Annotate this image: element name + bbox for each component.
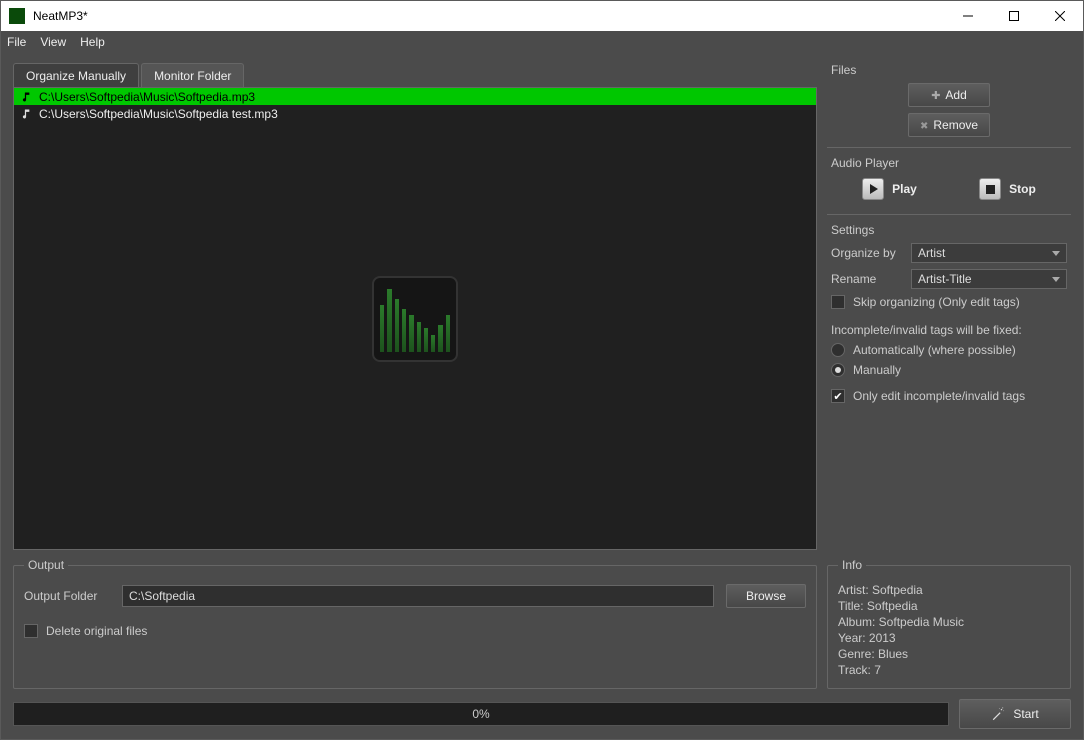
chevron-down-icon	[1052, 251, 1060, 256]
audio-player-title: Audio Player	[831, 156, 1067, 170]
plus-icon	[931, 88, 940, 102]
menu-help[interactable]: Help	[80, 35, 105, 49]
tab-organize-manually[interactable]: Organize Manually	[13, 63, 139, 87]
rename-select[interactable]: Artist-Title	[911, 269, 1067, 289]
button-label: Add	[945, 88, 966, 102]
info-artist: Artist: Softpedia	[838, 582, 1060, 598]
manual-fix-label: Manually	[853, 363, 901, 377]
file-list[interactable]: C:\Users\Softpedia\Music\Softpedia.mp3 C…	[13, 87, 817, 550]
window-title: NeatMP3*	[33, 9, 945, 23]
stop-icon	[979, 178, 1001, 200]
rename-label: Rename	[831, 272, 903, 286]
manual-fix-radio[interactable]	[831, 363, 845, 377]
info-album: Album: Softpedia Music	[838, 614, 1060, 630]
button-label: Remove	[933, 118, 978, 132]
select-value: Artist-Title	[918, 272, 972, 286]
file-path: C:\Users\Softpedia\Music\Softpedia test.…	[39, 107, 278, 121]
menu-file[interactable]: File	[7, 35, 26, 49]
delete-originals-label: Delete original files	[46, 624, 147, 638]
organize-by-select[interactable]: Artist	[911, 243, 1067, 263]
add-button[interactable]: Add	[908, 83, 990, 107]
wand-icon	[991, 707, 1005, 721]
only-invalid-label: Only edit incomplete/invalid tags	[853, 389, 1025, 403]
file-row[interactable]: C:\Users\Softpedia\Music\Softpedia test.…	[14, 105, 816, 122]
file-row[interactable]: C:\Users\Softpedia\Music\Softpedia.mp3	[14, 88, 816, 105]
play-icon	[862, 178, 884, 200]
music-icon	[20, 107, 33, 120]
output-title: Output	[24, 558, 68, 572]
skip-organizing-checkbox[interactable]	[831, 295, 845, 309]
output-folder-input[interactable]	[122, 585, 714, 607]
remove-button[interactable]: Remove	[908, 113, 990, 137]
skip-organizing-label: Skip organizing (Only edit tags)	[853, 295, 1020, 309]
music-icon	[20, 90, 33, 103]
info-year: Year: 2013	[838, 630, 1060, 646]
info-track-title: Title: Softpedia	[838, 598, 1060, 614]
progress-bar: 0%	[13, 702, 949, 726]
output-folder-label: Output Folder	[24, 589, 110, 603]
auto-fix-label: Automatically (where possible)	[853, 343, 1016, 357]
auto-fix-radio[interactable]	[831, 343, 845, 357]
file-path: C:\Users\Softpedia\Music\Softpedia.mp3	[39, 90, 255, 104]
stop-button[interactable]: Stop	[979, 178, 1036, 200]
files-section-title: Files	[831, 63, 1067, 77]
info-title: Info	[838, 558, 866, 572]
output-section: Output Output Folder Browse Delete origi…	[13, 558, 817, 689]
button-label: Start	[1013, 707, 1038, 721]
titlebar: NeatMP3*	[1, 1, 1083, 31]
start-button[interactable]: Start	[959, 699, 1071, 729]
organize-by-label: Organize by	[831, 246, 903, 260]
button-label: Play	[892, 182, 917, 196]
fix-tags-header: Incomplete/invalid tags will be fixed:	[831, 323, 1067, 337]
equalizer-logo	[372, 276, 458, 362]
delete-originals-checkbox[interactable]	[24, 624, 38, 638]
x-icon	[920, 118, 928, 132]
chevron-down-icon	[1052, 277, 1060, 282]
menubar: File View Help	[1, 31, 1083, 53]
maximize-button[interactable]	[991, 1, 1037, 31]
only-invalid-checkbox[interactable]	[831, 389, 845, 403]
browse-button[interactable]: Browse	[726, 584, 806, 608]
select-value: Artist	[918, 246, 945, 260]
tab-label: Organize Manually	[26, 69, 126, 83]
info-section: Info Artist: Softpedia Title: Softpedia …	[827, 558, 1071, 689]
settings-title: Settings	[831, 223, 1067, 237]
tabs: Organize Manually Monitor Folder	[13, 63, 817, 87]
close-button[interactable]	[1037, 1, 1083, 31]
button-label: Browse	[746, 589, 786, 603]
button-label: Stop	[1009, 182, 1036, 196]
info-genre: Genre: Blues	[838, 646, 1060, 662]
menu-view[interactable]: View	[40, 35, 66, 49]
progress-text: 0%	[472, 707, 489, 721]
info-track: Track: 7	[838, 662, 1060, 678]
tab-label: Monitor Folder	[154, 69, 231, 83]
play-button[interactable]: Play	[862, 178, 917, 200]
minimize-button[interactable]	[945, 1, 991, 31]
tab-monitor-folder[interactable]: Monitor Folder	[141, 63, 244, 87]
app-icon	[9, 8, 25, 24]
